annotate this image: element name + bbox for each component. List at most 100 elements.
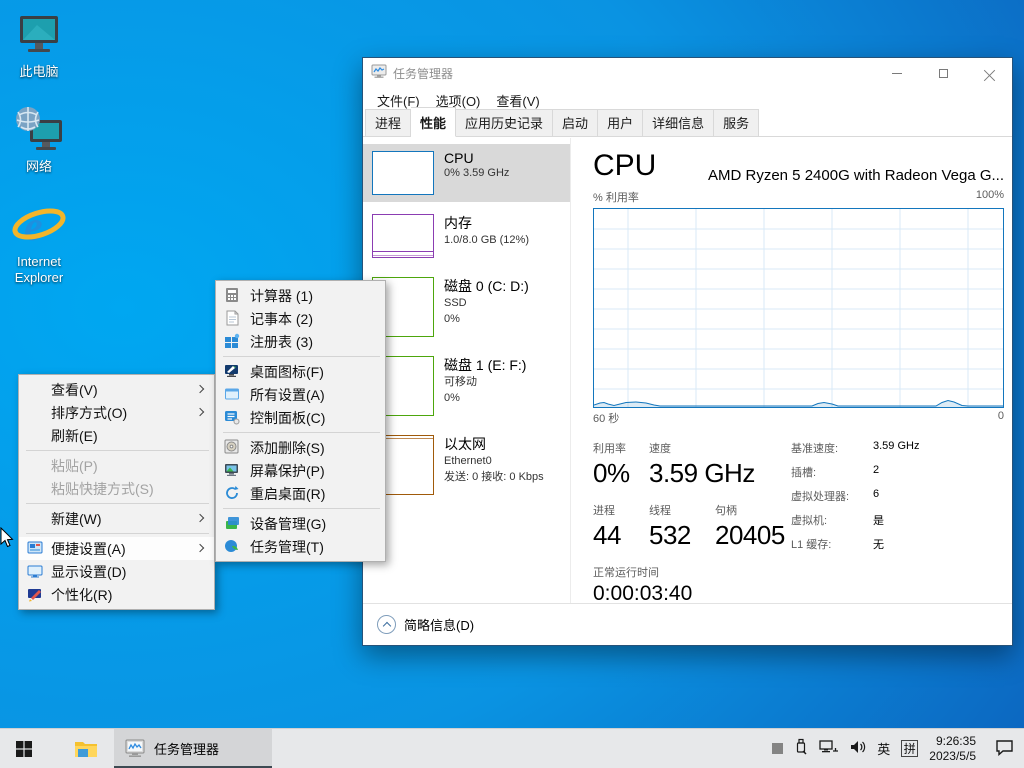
- mouse-cursor: [0, 526, 15, 554]
- task-manager-taskbar-icon: [125, 739, 145, 757]
- taskbar-app-task-manager[interactable]: 任务管理器: [114, 729, 272, 768]
- submenu-arrow-icon: [195, 513, 205, 523]
- volume-tray-icon[interactable]: [850, 739, 866, 758]
- context-menu-quick-settings[interactable]: 便捷设置(A): [19, 537, 214, 560]
- menu-separator: [223, 508, 380, 509]
- cpu-mini-chart: [372, 151, 434, 195]
- speed-value: 3.59 GHz: [649, 458, 755, 488]
- summary-toggle[interactable]: 简略信息(D): [363, 603, 1012, 645]
- sidebar-item-disk0[interactable]: 磁盘 0 (C: D:) SSD 0%: [363, 270, 570, 344]
- all-settings-icon: [224, 386, 240, 402]
- threads-value: 532: [649, 520, 691, 550]
- virtual-machine-label: 虚拟机:: [791, 515, 828, 527]
- windows-logo-icon: [16, 740, 32, 757]
- sidebar-item-disk1[interactable]: 磁盘 1 (E: F:) 可移动 0%: [363, 349, 570, 423]
- hidden-icons-button[interactable]: [772, 743, 784, 754]
- context-menu-paste-shortcut: 粘贴快捷方式(S): [51, 480, 154, 497]
- file-explorer-icon: [75, 741, 97, 757]
- quick-settings-icon: [27, 540, 43, 556]
- context-menu-view[interactable]: 查看(V): [19, 378, 214, 401]
- task-manager-titlebar-icon: [371, 63, 387, 84]
- file-explorer-button[interactable]: [62, 729, 110, 768]
- maximize-button[interactable]: [920, 58, 966, 88]
- tab-services[interactable]: 服务: [714, 109, 760, 137]
- chart-x-max: 0: [997, 410, 1004, 422]
- uptime-value: 0:00:03:40: [593, 582, 693, 603]
- submenu-control-panel[interactable]: 控制面板(C): [216, 406, 385, 429]
- add-remove-icon: [224, 439, 240, 455]
- tab-processes[interactable]: 进程: [365, 109, 412, 137]
- cpu-usage-chart[interactable]: [593, 208, 1004, 408]
- summary-toggle-label: 简略信息(D): [404, 618, 475, 633]
- desktop-context-menu: 查看(V) 排序方式(O) 刷新(E) 粘贴(P) 粘贴快捷方式(S) 新建(W…: [18, 374, 215, 610]
- taskbar-clock[interactable]: 9:26:35 2023/5/5: [929, 734, 976, 764]
- l1-cache-label: L1 缓存:: [791, 539, 832, 551]
- sidebar-item-memory[interactable]: 内存 1.0/8.0 GB (12%): [363, 207, 570, 265]
- handles-label: 句柄: [715, 505, 737, 517]
- tab-users[interactable]: 用户: [598, 109, 644, 137]
- submenu-task-manager[interactable]: 任务管理(T): [216, 535, 385, 558]
- ime-mode-indicator[interactable]: 拼: [901, 740, 919, 757]
- tab-app-history[interactable]: 应用历史记录: [456, 109, 554, 137]
- tab-performance[interactable]: 性能: [411, 107, 457, 137]
- context-menu-display-settings[interactable]: 显示设置(D): [19, 560, 214, 583]
- minimize-button[interactable]: [874, 58, 920, 88]
- close-button[interactable]: [966, 58, 1012, 88]
- control-panel-icon: [224, 409, 240, 425]
- performance-sidebar: CPU 0% 3.59 GHz 内存 1.0/8.0 GB (12%) 磁盘 0…: [363, 138, 571, 603]
- network-tray-icon[interactable]: [819, 739, 839, 758]
- tab-startup[interactable]: 启动: [553, 109, 599, 137]
- title-bar[interactable]: 任务管理器: [363, 58, 1012, 88]
- utilization-value: 0%: [593, 458, 630, 488]
- threads-label: 线程: [649, 505, 671, 517]
- sockets-label: 插槽:: [791, 467, 817, 479]
- submenu-add-remove[interactable]: 添加删除(S): [216, 436, 385, 459]
- usb-tray-icon[interactable]: [794, 738, 808, 759]
- menu-separator: [26, 533, 209, 534]
- maximize-icon: [938, 68, 948, 78]
- this-pc-icon: [0, 8, 78, 64]
- personalize-icon: [27, 586, 43, 602]
- tab-details[interactable]: 详细信息: [643, 109, 715, 137]
- sidebar-item-ethernet[interactable]: 以太网 Ethernet0 发送: 0 接收: 0 Kbps: [363, 428, 570, 502]
- network-icon: [0, 103, 78, 159]
- submenu-arrow-icon: [195, 407, 205, 417]
- taskbar: 任务管理器 英 拼 9:26:35 2023/5/5: [0, 728, 1024, 768]
- utilization-label: 利用率: [593, 443, 626, 455]
- processes-label: 进程: [593, 505, 615, 517]
- action-center-button[interactable]: [995, 739, 1014, 759]
- desktop-icon-this-pc[interactable]: 此电脑: [0, 8, 78, 80]
- registry-icon: [224, 333, 240, 349]
- internet-explorer-icon: e: [0, 198, 78, 254]
- context-menu-sort-by[interactable]: 排序方式(O): [19, 401, 214, 424]
- virtual-machine-value: 是: [873, 515, 884, 527]
- chart-y-label: % 利用率: [593, 192, 639, 204]
- desktop-icon-network[interactable]: 网络: [0, 103, 78, 175]
- context-menu-paste: 粘贴(P): [51, 457, 98, 474]
- submenu-device-manager[interactable]: 设备管理(G): [216, 512, 385, 535]
- sidebar-item-cpu[interactable]: CPU 0% 3.59 GHz: [363, 144, 570, 202]
- calculator-icon: [224, 287, 240, 303]
- close-icon: [984, 68, 995, 79]
- context-menu-personalize[interactable]: 个性化(R): [19, 583, 214, 606]
- submenu-desktop-icons[interactable]: 桌面图标(F): [216, 360, 385, 383]
- submenu-screensaver[interactable]: 屏幕保护(P): [216, 459, 385, 482]
- collapse-chevron-icon: [377, 615, 396, 634]
- desktop-icon-internet-explorer[interactable]: e Internet Explorer: [0, 198, 78, 287]
- submenu-calculator[interactable]: 计算器 (1): [216, 284, 385, 307]
- tab-bar: 进程 性能 应用历史记录 启动 用户 详细信息 服务: [363, 107, 1012, 137]
- notepad-icon: [224, 310, 240, 326]
- submenu-registry[interactable]: 注册表 (3): [216, 330, 385, 353]
- context-menu-new[interactable]: 新建(W): [19, 507, 214, 530]
- submenu-notepad[interactable]: 记事本 (2): [216, 307, 385, 330]
- speed-label: 速度: [649, 443, 671, 455]
- start-button[interactable]: [0, 729, 48, 768]
- window-title: 任务管理器: [393, 66, 454, 81]
- context-menu-refresh[interactable]: 刷新(E): [19, 424, 214, 447]
- device-manager-icon: [224, 515, 240, 531]
- submenu-all-settings[interactable]: 所有设置(A): [216, 383, 385, 406]
- submenu-restart-desktop[interactable]: 重启桌面(R): [216, 482, 385, 505]
- base-speed-label: 基准速度:: [791, 443, 839, 455]
- virtual-processors-value: 6: [873, 488, 880, 500]
- ime-language-indicator[interactable]: 英: [877, 739, 890, 758]
